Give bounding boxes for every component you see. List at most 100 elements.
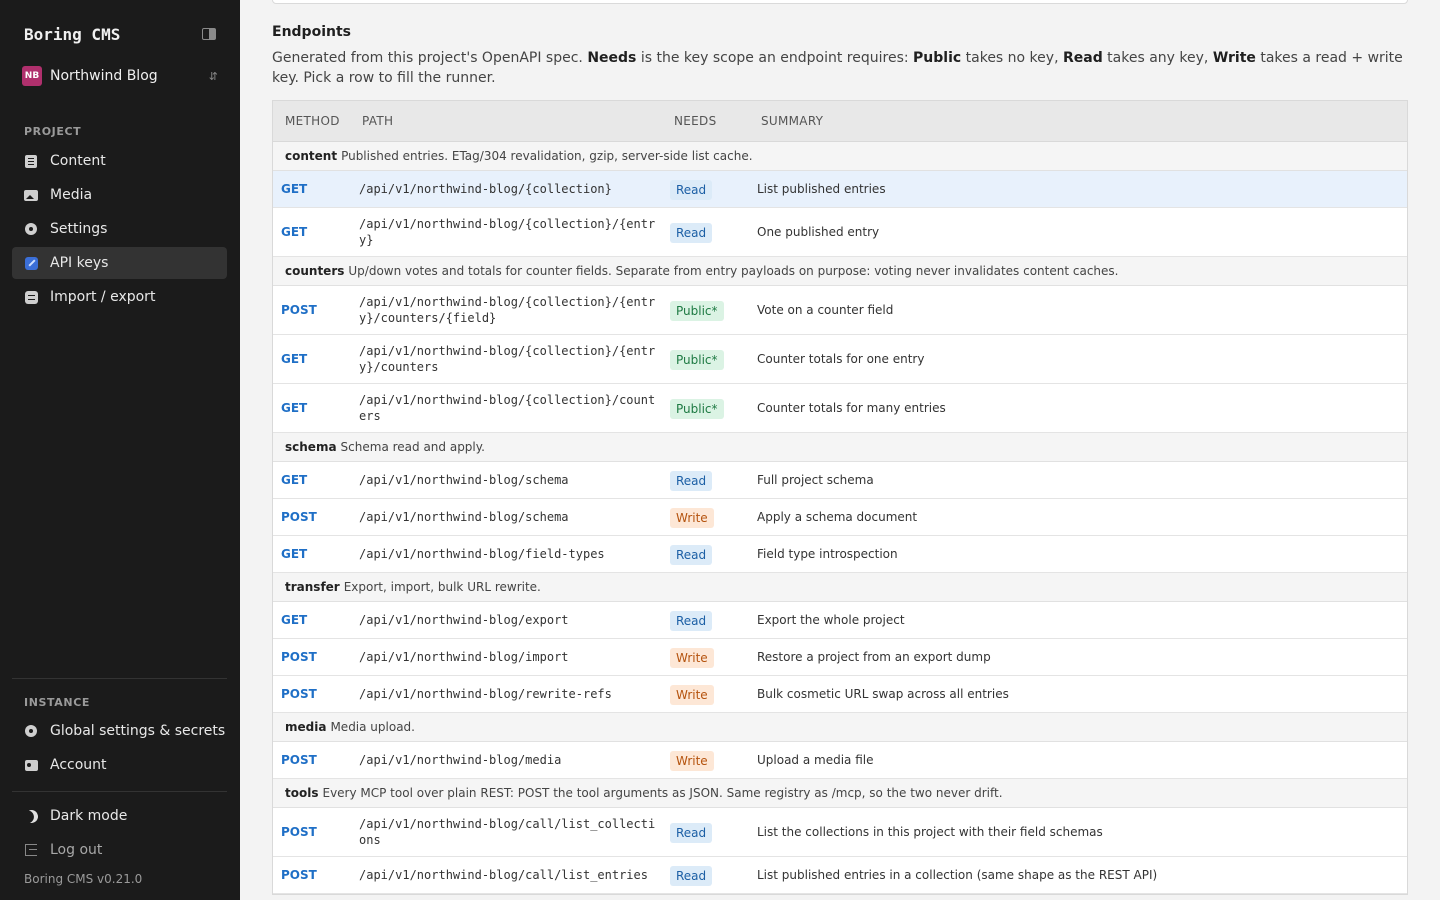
sidebar-item-global-settings[interactable]: Global settings & secrets [12,715,227,747]
sidebar-item-label: Account [50,757,107,773]
column-header-method: METHOD [285,114,340,128]
endpoint-row[interactable]: POST/api/v1/northwind-blog/media Write Upl… [273,742,1407,779]
column-header-path: PATH [362,114,394,128]
endpoint-summary: Apply a schema document [757,510,918,524]
endpoint-path: /api/v1/northwind-blog/{collection}/{ent… [359,344,656,374]
sidebar-item-label: API keys [50,255,109,271]
group-row-media: media Media upload. [273,713,1407,742]
previous-card [272,0,1408,4]
group-description: Published entries. ETag/304 revalidation… [341,149,753,163]
project-switcher[interactable]: NB Northwind Blog ⇵ [22,64,218,88]
sidebar-item-api-keys[interactable]: API keys [12,247,227,279]
endpoint-row[interactable]: POST/api/v1/northwind-blog/rewrite-refs W… [273,676,1407,713]
sidebar-item-label: Content [50,153,106,169]
logout-label: Log out [50,842,103,858]
endpoint-method: POST [281,650,317,664]
endpoint-path: /api/v1/northwind-blog/rewrite-refs [359,687,612,701]
endpoint-summary: Upload a media file [757,753,874,767]
logout-button[interactable]: Log out [12,834,227,866]
endpoint-row[interactable]: POST/api/v1/northwind-blog/import Write Re… [273,639,1407,676]
sidebar-divider [12,791,227,792]
project-name: Northwind Blog [50,68,158,84]
sidebar: Boring CMS NB Northwind Blog ⇵ PROJECT C… [0,0,240,900]
endpoint-summary: Restore a project from an export dump [757,650,991,664]
endpoint-path: /api/v1/northwind-blog/{collection} [359,182,612,196]
needs-badge: Read [670,180,713,200]
key-icon [24,256,38,270]
endpoint-method: POST [281,510,317,524]
endpoint-path: /api/v1/northwind-blog/import [359,650,569,664]
endpoint-summary: Vote on a counter field [757,303,894,317]
endpoint-method: POST [281,868,317,882]
endpoint-path: /api/v1/northwind-blog/{collection}/coun… [359,393,656,423]
endpoint-path: /api/v1/northwind-blog/schema [359,473,569,487]
dark-mode-toggle[interactable]: Dark mode [12,800,227,832]
brand-row: Boring CMS [24,22,216,46]
group-name: schema [285,440,337,454]
group-description: Export, import, bulk URL rewrite. [343,580,541,594]
needs-badge: Write [670,648,714,668]
sidebar-item-content[interactable]: Content [12,145,227,177]
needs-badge: Read [670,545,713,565]
needs-badge: Public* [670,399,724,419]
gear-icon [24,222,38,236]
group-name: media [285,720,327,734]
endpoint-method: GET [281,225,308,239]
endpoint-summary: Bulk cosmetic URL swap across all entrie… [757,687,1009,701]
endpoint-method: POST [281,303,317,317]
endpoint-method: POST [281,825,317,839]
needs-badge: Write [670,685,714,705]
group-name: content [285,149,338,163]
endpoints-table: METHOD PATH NEEDS SUMMARY content Publish… [272,100,1408,895]
endpoint-path: /api/v1/northwind-blog/schema [359,510,569,524]
logout-icon [24,843,38,857]
endpoint-method: GET [281,547,308,561]
needs-badge: Read [670,823,713,843]
endpoint-row[interactable]: GET/api/v1/northwind-blog/export Read Expo… [273,602,1407,639]
endpoint-path: /api/v1/northwind-blog/export [359,613,569,627]
main-content: Endpoints Generated from this project's … [240,0,1440,900]
endpoint-row[interactable]: GET/api/v1/northwind-blog/{collection}/{… [273,208,1407,257]
import-export-icon [24,290,38,304]
needs-badge: Public* [670,350,724,370]
brand-logo[interactable]: Boring CMS [24,25,120,44]
sidebar-item-label: Global settings & secrets [50,723,226,739]
endpoint-row[interactable]: POST/api/v1/northwind-blog/{collection}/… [273,286,1407,335]
endpoint-row[interactable]: GET/api/v1/northwind-blog/field-types Rea… [273,536,1407,573]
switch-project-icon[interactable]: ⇵ [209,70,218,83]
endpoint-summary: Field type introspection [757,547,898,561]
endpoint-summary: List the collections in this project wit… [757,825,1103,839]
endpoint-path: /api/v1/northwind-blog/media [359,753,562,767]
endpoint-method: GET [281,473,308,487]
moon-icon [24,809,38,823]
endpoint-summary: Counter totals for one entry [757,352,925,366]
endpoint-method: GET [281,613,308,627]
endpoint-method: GET [281,182,308,196]
endpoint-row[interactable]: GET/api/v1/northwind-blog/{collection} Re… [273,171,1407,208]
project-section-label: PROJECT [24,125,82,138]
endpoints-description: Generated from this project's OpenAPI sp… [272,50,1403,86]
endpoint-row[interactable]: GET/api/v1/northwind-blog/{collection}/{… [273,335,1407,384]
group-description: Schema read and apply. [340,440,485,454]
media-icon [24,188,38,202]
sidebar-item-import-export[interactable]: Import / export [12,281,227,313]
sidebar-item-account[interactable]: Account [12,749,227,781]
endpoint-row[interactable]: GET/api/v1/northwind-blog/{collection}/c… [273,384,1407,433]
endpoint-row[interactable]: POST/api/v1/northwind-blog/call/list_ent… [273,857,1407,894]
dark-mode-label: Dark mode [50,808,128,824]
sidebar-item-media[interactable]: Media [12,179,227,211]
sidebar-item-settings[interactable]: Settings [12,213,227,245]
endpoint-row[interactable]: POST/api/v1/northwind-blog/schema Write Ap… [273,499,1407,536]
gear-icon [24,724,38,738]
endpoint-path: /api/v1/northwind-blog/call/list_entries [359,868,648,882]
endpoint-summary: List published entries in a collection (… [757,868,1158,882]
project-avatar: NB [22,66,42,86]
needs-badge: Public* [670,301,724,321]
instance-section-label: INSTANCE [24,696,90,709]
needs-badge: Write [670,508,714,528]
needs-badge: Read [670,611,713,631]
endpoint-row[interactable]: POST/api/v1/northwind-blog/call/list_col… [273,808,1407,857]
endpoint-summary: One published entry [757,225,880,239]
sidebar-collapse-icon[interactable] [202,28,216,40]
endpoint-row[interactable]: GET/api/v1/northwind-blog/schema Read Full… [273,462,1407,499]
